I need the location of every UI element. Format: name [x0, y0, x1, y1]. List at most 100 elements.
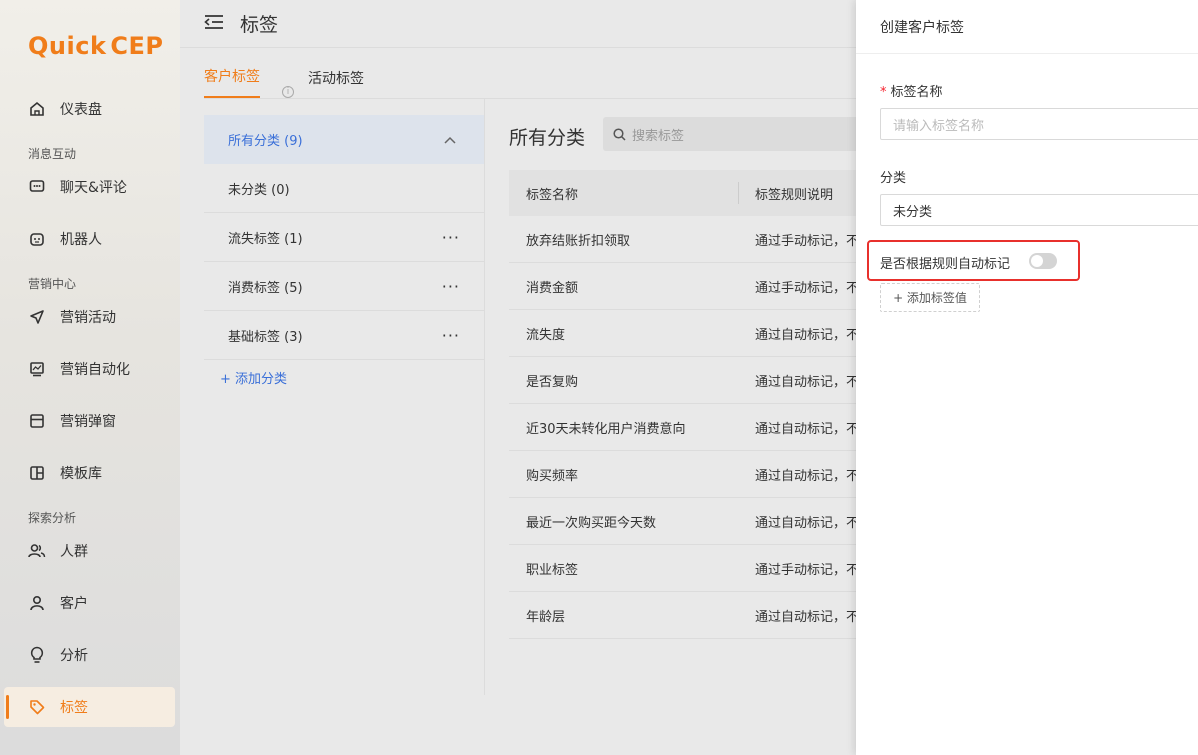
table-row[interactable]: 放弃结账折扣领取 通过手动标记，不 [509, 216, 856, 263]
add-tag-value-button[interactable]: + 添加标签值 [880, 283, 980, 312]
category-item-spending[interactable]: 消费标签 (5) ··· [204, 262, 484, 311]
more-icon[interactable]: ··· [442, 326, 460, 345]
toggle-knob [1031, 255, 1043, 267]
sidebar-item-label: 聊天&评论 [60, 180, 127, 196]
tag-rule: 通过手动标记，不 [755, 562, 856, 578]
tag-name-label-text: 标签名称 [890, 85, 943, 100]
column-header-rule: 标签规则说明 [755, 187, 834, 203]
category-label: 消费标签 (5) [228, 280, 303, 296]
tag-name: 近30天未转化用户消费意向 [526, 421, 686, 437]
search-icon [613, 127, 626, 141]
table-row[interactable]: 最近一次购买距今天数 通过自动标记，不 [509, 498, 856, 545]
sidebar-item-label: 营销活动 [60, 310, 116, 326]
category-item-uncategorized[interactable]: 未分类 (0) [204, 164, 484, 213]
sidebar-item-label: 分析 [60, 648, 88, 664]
sidebar-item-automation[interactable]: 营销自动化 [4, 349, 175, 389]
category-item-churn[interactable]: 流失标签 (1) ··· [204, 213, 484, 262]
users-icon [28, 542, 46, 560]
category-label: 基础标签 (3) [228, 329, 303, 345]
sidebar-item-label: 机器人 [60, 232, 102, 248]
main-content: 标签 客户标签 i 活动标签 所有分类 (9) 未分类 (0) 流失标签 (1)… [180, 0, 863, 755]
sidebar-item-label: 客户 [60, 596, 88, 612]
tab-label: 客户标签 [204, 69, 260, 85]
nav-group-marketing: 营销中心 [28, 277, 77, 291]
sidebar-item-label: 营销自动化 [60, 362, 130, 378]
tag-rule: 通过手动标记，不 [755, 233, 856, 249]
column-header-name: 标签名称 [509, 182, 739, 204]
sidebar-item-label: 仪表盘 [60, 102, 102, 118]
robot-icon [28, 230, 46, 248]
table-row[interactable]: 近30天未转化用户消费意向 通过自动标记，不 [509, 404, 856, 451]
tag-rule: 通过自动标记，不 [755, 374, 856, 390]
sidebar-item-tags[interactable]: 标签 [4, 687, 175, 727]
sidebar-item-audience[interactable]: 人群 [4, 531, 175, 571]
category-select-value: 未分类 [893, 204, 933, 220]
tab-customer-tags[interactable]: 客户标签 [204, 66, 260, 98]
tag-name: 消费金额 [526, 280, 579, 296]
tag-rule: 通过自动标记，不 [755, 421, 856, 437]
chat-icon [28, 178, 46, 196]
search-input[interactable]: 搜索标签 [603, 117, 863, 151]
tag-name: 是否复购 [526, 374, 579, 390]
sidebar-item-customers[interactable]: 客户 [4, 583, 175, 623]
search-placeholder: 搜索标签 [632, 128, 685, 144]
tag-name: 流失度 [526, 327, 566, 343]
category-label: 分类 [880, 171, 907, 186]
nav-group-messaging: 消息互动 [28, 147, 77, 161]
quickcep-logo[interactable]: Quick CEP [28, 28, 164, 64]
more-icon[interactable]: ··· [442, 228, 460, 247]
tag-name: 最近一次购买距今天数 [526, 515, 657, 531]
required-mark: * [880, 85, 887, 100]
logo-uick: uick [48, 32, 107, 60]
collapse-menu-icon[interactable] [204, 14, 224, 34]
tag-name-label: * 标签名称 [880, 81, 943, 100]
tag-rule: 通过自动标记，不 [755, 468, 856, 484]
category-item-basic[interactable]: 基础标签 (3) ··· [204, 311, 484, 360]
add-category-button[interactable]: + 添加分类 [220, 368, 287, 387]
chevron-up-icon[interactable] [444, 133, 456, 148]
table-row[interactable]: 购买频率 通过自动标记，不 [509, 451, 856, 498]
category-label: 流失标签 (1) [228, 231, 303, 247]
category-label: 所有分类 (9) [228, 134, 303, 149]
table-row[interactable]: 年龄层 通过自动标记，不 [509, 592, 856, 639]
table-row[interactable]: 流失度 通过自动标记，不 [509, 310, 856, 357]
sidebar-item-templates[interactable]: 模板库 [4, 453, 175, 493]
tab-activity-tags[interactable]: 活动标签 [308, 68, 364, 98]
category-list: 所有分类 (9) 未分类 (0) 流失标签 (1) ··· 消费标签 (5) ·… [204, 115, 484, 360]
tag-rule: 通过自动标记，不 [755, 327, 856, 343]
category-select[interactable]: 未分类 [880, 194, 1198, 226]
home-icon [28, 100, 46, 118]
sidebar-item-popups[interactable]: 营销弹窗 [4, 401, 175, 441]
more-icon[interactable]: ··· [442, 277, 460, 296]
popup-icon [28, 412, 46, 430]
auto-tag-toggle[interactable] [1029, 253, 1057, 269]
table-row[interactable]: 职业标签 通过手动标记，不 [509, 545, 856, 592]
auto-tag-label: 是否根据规则自动标记 [880, 257, 1011, 272]
tag-name-placeholder: 请输入标签名称 [893, 118, 985, 134]
tabs-divider [204, 98, 856, 99]
table-row[interactable]: 是否复购 通过自动标记，不 [509, 357, 856, 404]
sidebar-item-label: 标签 [60, 700, 88, 716]
create-tag-drawer: 创建客户标签 * 标签名称 请输入标签名称 分类 未分类 [856, 0, 1198, 755]
tag-name-input[interactable]: 请输入标签名称 [880, 108, 1198, 140]
tag-rule: 通过手动标记，不 [755, 280, 856, 296]
tag-name: 职业标签 [526, 562, 579, 578]
sidebar-item-campaigns[interactable]: 营销活动 [4, 297, 175, 337]
tag-name: 年龄层 [526, 609, 566, 625]
tag-table: 标签名称 标签规则说明 放弃结账折扣领取 通过手动标记，不 消费金额 通过手动标记，… [509, 170, 856, 639]
nav-group-analysis: 探索分析 [28, 511, 77, 525]
sidebar-item-analytics[interactable]: 分析 [4, 635, 175, 675]
category-item-all[interactable]: 所有分类 (9) [204, 115, 484, 164]
info-icon[interactable]: i [282, 86, 294, 98]
tag-name: 放弃结账折扣领取 [526, 233, 631, 249]
tag-rule: 通过自动标记，不 [755, 609, 856, 625]
sidebar-item-chat[interactable]: 聊天&评论 [4, 167, 175, 207]
sidebar-item-robot[interactable]: 机器人 [4, 219, 175, 259]
sidebar-item-dashboard[interactable]: 仪表盘 [4, 89, 175, 129]
sidebar: Quick CEP 仪表盘 消息互动 聊天&评论 机器人 营销中心 营销活动 营销… [0, 0, 180, 755]
topbar: 标签 [180, 0, 856, 48]
automation-icon [28, 360, 46, 378]
tab-label: 活动标签 [308, 71, 364, 87]
tab-bar: 客户标签 i 活动标签 [204, 62, 380, 98]
table-row[interactable]: 消费金额 通过手动标记，不 [509, 263, 856, 310]
